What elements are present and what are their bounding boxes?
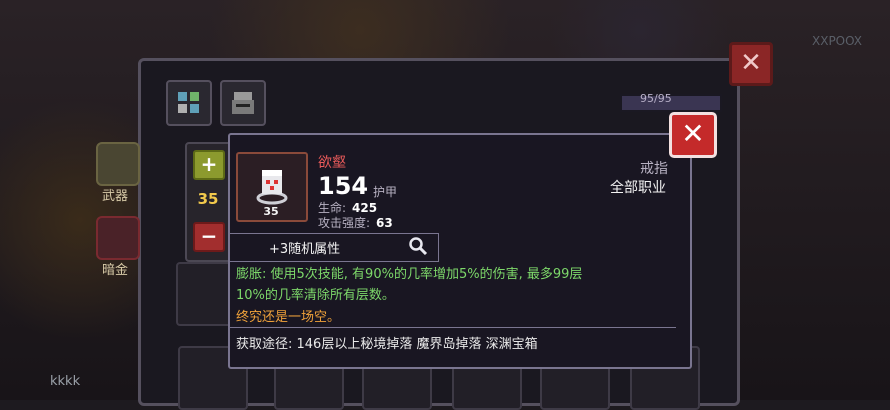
item-class-restriction: 全部职业 bbox=[610, 180, 666, 196]
item-power-value: 154 bbox=[318, 172, 369, 200]
item-power-label: 护甲 bbox=[373, 185, 398, 199]
item-icon-level: 35 bbox=[263, 205, 279, 218]
item-level-value: 35 bbox=[197, 190, 219, 208]
item-name: 欲壑 bbox=[318, 155, 346, 171]
tooltip-close-button[interactable]: ✕ bbox=[669, 112, 717, 158]
dark-gold-label: 暗金 bbox=[102, 263, 129, 278]
item-source: 获取途径: 146层以上秘境掉落 魔界岛掉落 深渊宝箱 bbox=[236, 337, 538, 352]
weapon-label: 武器 bbox=[102, 189, 129, 204]
panel-close-button[interactable]: ✕ bbox=[729, 42, 773, 86]
item-effect-line: 膨胀: 使用5次技能, 有90%的几率增加5%的伤害, 最多99层 bbox=[236, 267, 583, 282]
character-tab-button[interactable] bbox=[220, 80, 266, 126]
level-up-button[interactable]: + bbox=[193, 150, 225, 180]
magnifier-icon[interactable] bbox=[408, 236, 428, 256]
stat-label: 生命: bbox=[318, 201, 347, 215]
level-down-button[interactable]: − bbox=[193, 222, 225, 252]
dark-gold-slot-icon[interactable] bbox=[96, 216, 140, 260]
helmet-icon bbox=[232, 92, 254, 114]
grid-icon bbox=[178, 92, 199, 113]
stat-value: 425 bbox=[352, 201, 378, 215]
item-type: 戒指 bbox=[640, 161, 668, 177]
stat-row: 攻击强度: 63 bbox=[318, 214, 393, 231]
item-flavor-text: 终究还是一场空。 bbox=[236, 310, 341, 325]
stat-value: 63 bbox=[376, 216, 393, 230]
random-attribute-label: +3随机属性 bbox=[269, 242, 341, 257]
watermark-text: XXPOOX bbox=[812, 34, 863, 48]
item-effect-line: 10%的几率清除所有层数。 bbox=[236, 288, 395, 303]
player-name: kkkk bbox=[50, 374, 81, 389]
weapon-slot-icon[interactable] bbox=[96, 142, 140, 186]
capacity-text: 95/95 bbox=[640, 92, 672, 105]
inventory-tab-button[interactable] bbox=[166, 80, 212, 126]
tooltip-divider bbox=[229, 327, 676, 328]
stat-label: 攻击强度: bbox=[318, 216, 371, 230]
